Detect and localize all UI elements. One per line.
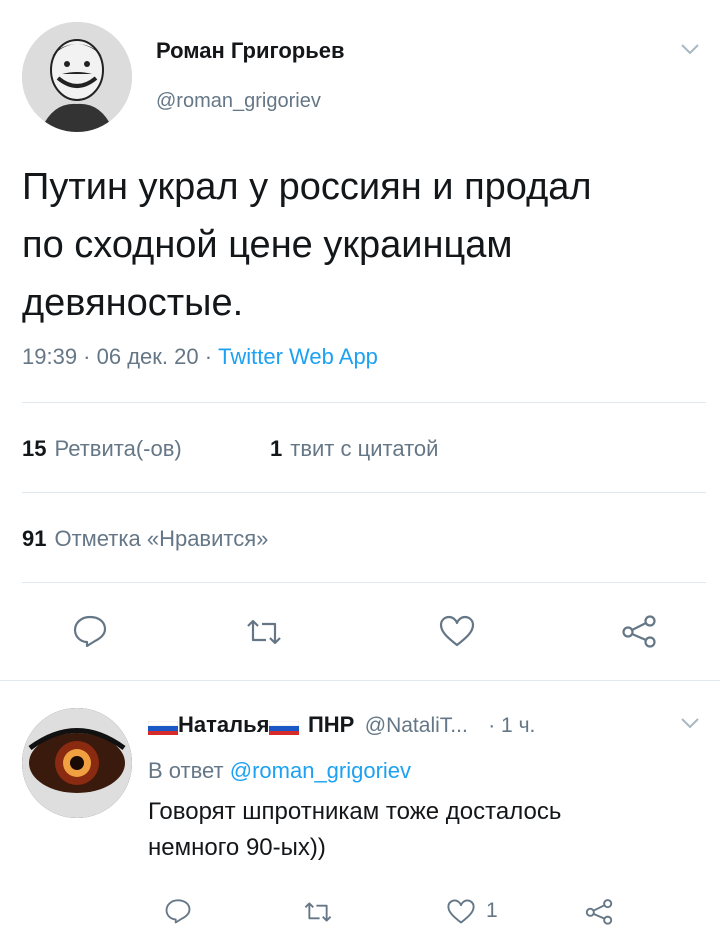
tweet-meta: 19:39 · 06 дек. 20 · Twitter Web App — [22, 344, 378, 370]
replying-to: В ответ @roman_grigoriev — [148, 758, 411, 784]
author-avatar[interactable] — [22, 22, 132, 132]
reply-icon[interactable] — [72, 614, 108, 648]
quotes-label: твит с цитатой — [290, 436, 439, 461]
reply-like-count: 1 — [486, 899, 498, 922]
likes-count: 91 — [22, 526, 47, 551]
avatar-image — [22, 708, 132, 818]
quotes-count: 1 — [270, 436, 283, 461]
tweet-text-line: по сходной цене украинцам — [22, 224, 513, 266]
retweets-label: Ретвита(-ов) — [54, 436, 182, 461]
divider — [0, 680, 720, 681]
russian-flag-icon — [269, 720, 300, 735]
reply-text-line: Говорят шпротникам тоже досталось — [148, 798, 562, 825]
tweet-text-line: Путин украл у россиян и продал — [22, 166, 592, 208]
reply-author-avatar[interactable] — [22, 708, 132, 818]
avatar-image — [22, 22, 132, 132]
reply-text-line: немного 90-ых)) — [148, 834, 326, 861]
replying-to-prefix: В ответ — [148, 758, 230, 783]
like-icon[interactable] — [438, 614, 476, 648]
tweet-text: Путин украл у россиян и продал по сходно… — [22, 158, 712, 332]
reply-header: Наталья ПНР @NataliT... · 1 ч. — [147, 712, 535, 738]
divider — [22, 582, 706, 583]
replying-to-link[interactable]: @roman_grigoriev — [230, 758, 411, 783]
like-icon[interactable] — [446, 898, 476, 925]
divider — [22, 402, 706, 403]
retweet-icon[interactable] — [244, 618, 284, 646]
quote-stats[interactable]: 1 твит с цитатой — [270, 436, 438, 462]
share-icon[interactable] — [620, 614, 658, 648]
retweets-count: 15 — [22, 436, 47, 461]
russian-flag-icon — [147, 720, 179, 735]
reply-author-name-part2[interactable]: ПНР — [308, 712, 354, 737]
reply-author-handle[interactable]: @NataliT... — [365, 714, 468, 737]
tweet-source-link[interactable]: Twitter Web App — [218, 344, 378, 369]
chevron-down-icon[interactable] — [680, 716, 700, 734]
reply-icon[interactable] — [164, 898, 192, 924]
retweet-stats[interactable]: 15 Ретвита(-ов) — [22, 436, 182, 462]
chevron-down-icon[interactable] — [680, 42, 700, 60]
tweet-timestamp[interactable]: 19:39 · 06 дек. 20 · — [22, 344, 218, 369]
author-name[interactable]: Роман Григорьев — [156, 38, 345, 64]
share-icon[interactable] — [584, 898, 614, 925]
tweet-text-line: девяностые. — [22, 282, 244, 324]
reply-time[interactable]: · 1 ч. — [488, 714, 535, 737]
likes-label: Отметка «Нравится» — [54, 526, 269, 551]
author-handle[interactable]: @roman_grigoriev — [156, 90, 321, 113]
retweet-icon[interactable] — [302, 901, 334, 923]
like-stats[interactable]: 91 Отметка «Нравится» — [22, 526, 268, 552]
reply-text: Говорят шпротникам тоже досталось немног… — [148, 794, 708, 866]
divider — [22, 492, 706, 493]
reply-author-name-part1[interactable]: Наталья — [178, 712, 269, 737]
